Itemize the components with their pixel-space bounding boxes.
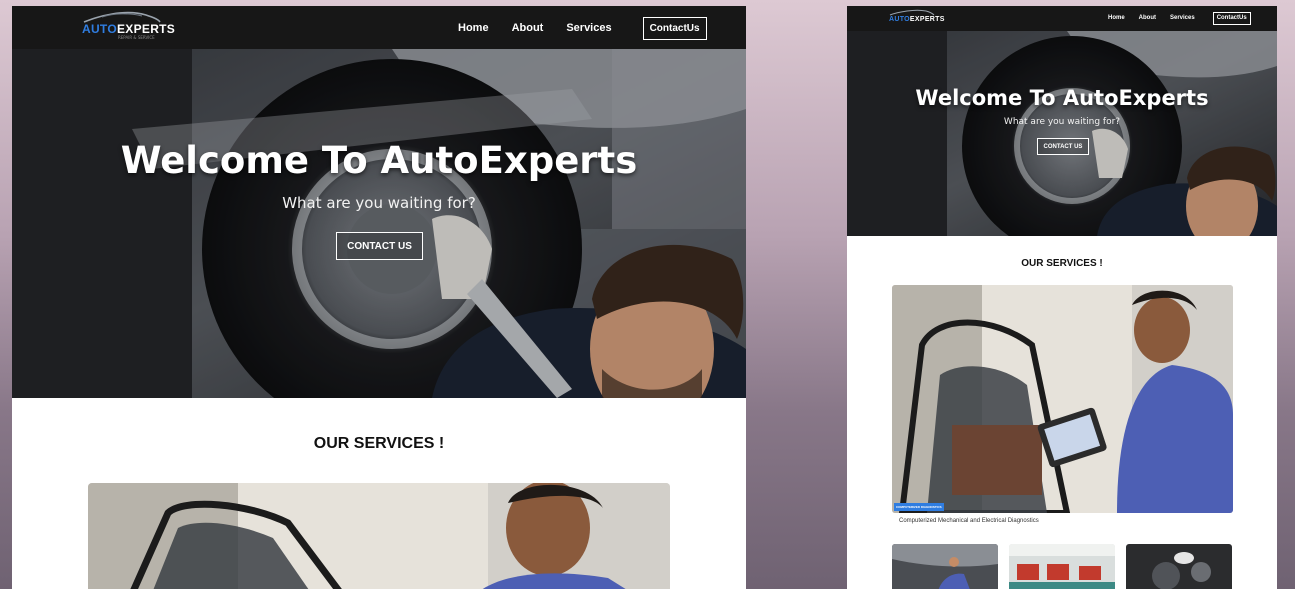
navbar: AUTOEXPERTS Home About Services ContactU…	[847, 6, 1277, 31]
brand-logo[interactable]: AUTOEXPERTS REPAIR & SERVICE	[82, 11, 175, 40]
nav-home[interactable]: Home	[458, 22, 489, 34]
hero-contact-button[interactable]: CONTACT US	[336, 232, 423, 260]
hero-title: Welcome To AutoExperts	[915, 86, 1209, 110]
hero-subtitle: What are you waiting for?	[282, 194, 476, 212]
nav-about[interactable]: About	[1139, 15, 1156, 21]
hero-section: Welcome To AutoExperts What are you wait…	[12, 49, 746, 398]
navbar: AUTOEXPERTS REPAIR & SERVICE Home About …	[12, 6, 746, 49]
service-card-image	[892, 285, 1233, 513]
tablet-preview: AUTOEXPERTS Home About Services ContactU…	[847, 6, 1277, 589]
logo-part-experts: EXPERTS	[909, 16, 945, 23]
desktop-preview: AUTOEXPERTS REPAIR & SERVICE Home About …	[12, 6, 746, 589]
hero-image	[847, 31, 1277, 236]
hero-title: Welcome To AutoExperts	[120, 139, 638, 182]
service-thumb-2[interactable]	[1009, 544, 1115, 589]
hero-section: Welcome To AutoExperts What are you wait…	[847, 31, 1277, 236]
hero-subtitle: What are you waiting for?	[1003, 117, 1121, 127]
nav-about[interactable]: About	[512, 22, 544, 34]
service-card-caption: Computerized Mechanical and Electrical D…	[899, 518, 1039, 524]
nav-menu: Home About Services ContactUs	[458, 16, 707, 40]
logo-part-auto: AUTO	[82, 22, 117, 36]
nav-contact-button[interactable]: ContactUs	[1212, 11, 1251, 25]
nav-services[interactable]: Services	[1170, 15, 1195, 21]
logo-part-experts: EXPERTS	[116, 22, 176, 36]
nav-contact-button[interactable]: ContactUs	[642, 16, 707, 40]
service-thumb-1[interactable]	[892, 544, 998, 589]
services-title: OUR SERVICES !	[313, 435, 445, 452]
service-tag-badge: COMPUTERIZED DIAGNOSTICS	[894, 503, 944, 511]
brand-logo[interactable]: AUTOEXPERTS	[889, 9, 945, 23]
logo-part-auto: AUTO	[889, 16, 910, 23]
services-title: OUR SERVICES !	[1021, 258, 1103, 269]
nav-services[interactable]: Services	[566, 22, 611, 34]
hero-contact-button[interactable]: CONTACT US	[1037, 138, 1089, 155]
nav-menu: Home About Services ContactUs	[1108, 11, 1251, 25]
service-card-image	[88, 483, 670, 589]
nav-home[interactable]: Home	[1108, 15, 1125, 21]
hero-image	[12, 49, 746, 398]
service-thumb-3[interactable]	[1126, 544, 1232, 589]
car-logo-icon	[889, 9, 935, 16]
logo-tagline: REPAIR & SERVICE	[118, 35, 155, 40]
